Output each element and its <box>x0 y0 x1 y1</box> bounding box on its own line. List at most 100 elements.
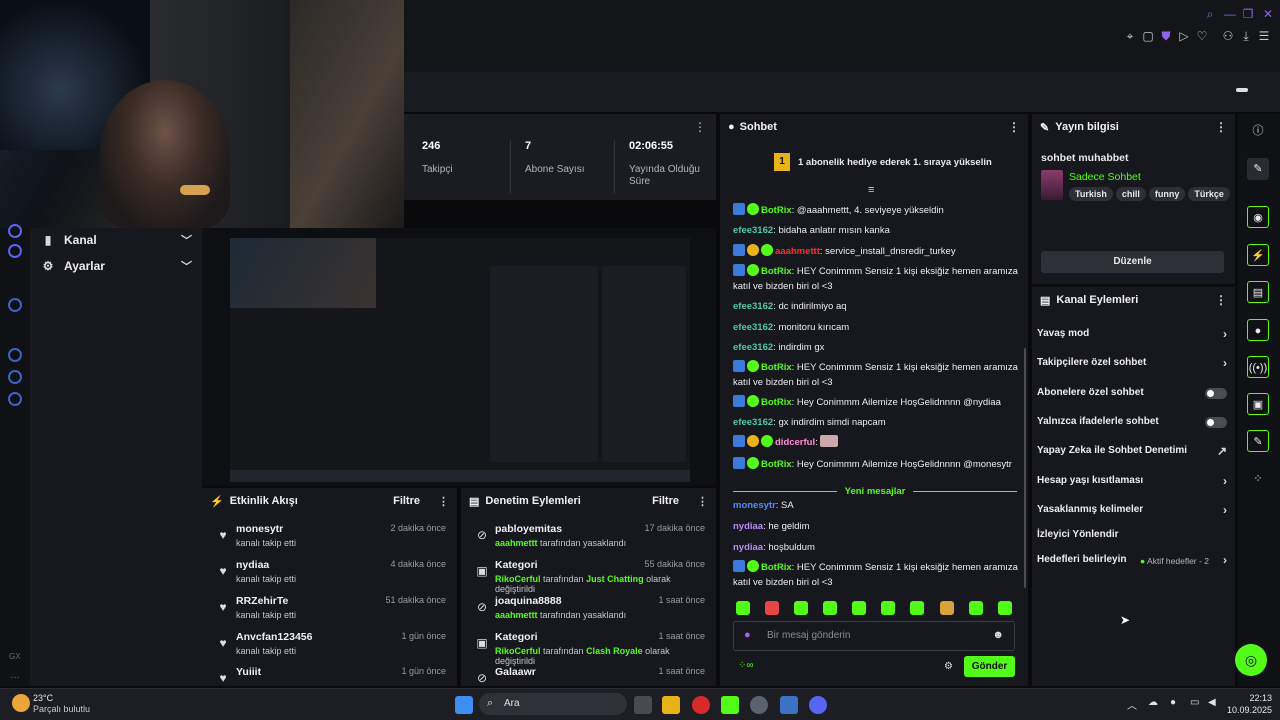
discord-icon[interactable] <box>8 244 22 258</box>
kebab-icon[interactable]: ⋮ <box>438 495 449 508</box>
chat-username[interactable]: BotRix <box>761 205 792 216</box>
app-icon[interactable] <box>750 696 768 714</box>
info-icon[interactable]: ⓘ <box>1247 120 1269 142</box>
channel-action-item[interactable]: Yavaş mod › <box>1037 327 1227 342</box>
chat-username[interactable]: BotRix <box>761 459 792 470</box>
support-icon[interactable]: ◎ <box>1235 644 1267 676</box>
chat-username[interactable]: BotRix <box>761 562 792 573</box>
chat-username[interactable]: efee3162 <box>733 322 773 333</box>
mic-icon[interactable]: ● <box>1170 697 1176 708</box>
broadcast-icon[interactable]: ((•)) <box>1247 356 1269 378</box>
chat-message[interactable]: BotRix: HEY Conimmm Sensiz 1 kişi eksiği… <box>733 264 1021 294</box>
emote-icon[interactable] <box>736 601 750 615</box>
activity-item[interactable]: ♥ RRZehirTe kanalı takip etti 51 dakika önc… <box>212 595 446 629</box>
filter-button[interactable]: Filtre <box>652 495 679 507</box>
discord-icon[interactable] <box>809 696 827 714</box>
crop-icon[interactable]: ▢ <box>1140 28 1156 44</box>
filter-button[interactable]: Filtre <box>393 495 420 507</box>
emote-icon[interactable] <box>881 601 895 615</box>
play-icon[interactable]: ▷ <box>1176 28 1192 44</box>
kebab-icon[interactable]: ⋮ <box>1215 293 1227 307</box>
chevron-up-icon[interactable]: ︿ <box>1127 697 1137 712</box>
more-icon[interactable]: … <box>10 670 20 681</box>
document-icon[interactable]: ▤ <box>1247 281 1269 303</box>
mic-icon[interactable]: ● <box>744 629 751 641</box>
minimize-icon[interactable]: — <box>1222 6 1238 22</box>
opera-gx-icon[interactable] <box>692 696 710 714</box>
gear-icon[interactable]: ⚙ <box>944 661 953 672</box>
channel-action-item[interactable]: Yalnızca ifadelerle sohbet <box>1037 416 1227 430</box>
chat-message[interactable]: nydiaa: hoşbuldum <box>733 540 1021 555</box>
pin-icon[interactable]: ⌖ <box>1122 28 1138 44</box>
channel-action-item[interactable]: Takipçilere özel sohbet › <box>1037 356 1227 371</box>
layout-icon[interactable]: ▣ <box>1247 393 1269 415</box>
chat-message[interactable]: nydiaa: he geldim <box>733 519 1021 534</box>
chat-username[interactable]: nydiaa <box>733 521 763 532</box>
chat-username[interactable]: efee3162 <box>733 417 773 428</box>
camera-icon[interactable]: ◉ <box>1247 206 1269 228</box>
more-icon[interactable] <box>1236 88 1248 92</box>
moderator-name[interactable]: aaahmettt <box>495 610 538 620</box>
cloud-icon[interactable]: ☁ <box>1148 697 1158 708</box>
chat-username[interactable]: BotRix <box>761 266 792 277</box>
kebab-icon[interactable]: ⋮ <box>694 120 706 134</box>
channel-action-item[interactable]: Abonelere özel sohbet <box>1037 387 1227 401</box>
activity-item[interactable]: ♥ nydiaa kanalı takip etti 4 dakika önce <box>212 559 446 593</box>
clock[interactable]: 22:13 10.09.2025 <box>1224 692 1272 716</box>
app-icon[interactable] <box>780 696 798 714</box>
chat-username[interactable]: BotRix <box>761 362 792 373</box>
chat-message[interactable]: BotRix: Hey Conimmm Ailemize HoşGelidnnn… <box>733 395 1021 410</box>
chat-username[interactable]: monesytr <box>733 500 776 511</box>
chat-message[interactable]: BotRix: HEY Conimmm Sensiz 1 kişi eksiği… <box>733 560 1021 590</box>
kebab-icon[interactable]: ⋮ <box>1215 120 1227 134</box>
chat-username[interactable]: BotRix <box>761 397 792 408</box>
channel-action-item[interactable]: Hesap yaşı kısıtlaması › <box>1037 474 1227 489</box>
chat-message[interactable]: aaahmettt: service_install_dnsredir_turk… <box>733 244 1021 259</box>
chat-message[interactable]: efee3162: dc indirilmiyo aq <box>733 299 1021 314</box>
pencil-icon[interactable]: ✎ <box>1247 158 1269 180</box>
task-view-icon[interactable] <box>634 696 652 714</box>
toggle-switch[interactable] <box>1205 417 1227 428</box>
chat-bubble-icon[interactable]: ● <box>1247 319 1269 341</box>
heart-icon[interactable]: ♡ <box>1194 28 1210 44</box>
chat-username[interactable]: efee3162 <box>733 225 773 236</box>
apps-icon[interactable]: ⁘ <box>1247 468 1269 490</box>
send-button[interactable]: Gönder <box>964 656 1015 677</box>
chat-message[interactable]: BotRix: @aaahmettt, 4. seviyeye yükseldi… <box>733 203 1021 218</box>
profile-icon[interactable]: ⚇ <box>1220 28 1236 44</box>
speaker-icon[interactable]: ◀ <box>1208 697 1216 708</box>
bolt-icon[interactable]: ⚡ <box>1247 244 1269 266</box>
gear-icon[interactable] <box>8 392 22 406</box>
activity-item[interactable]: ♥ monesytr kanalı takip etti 2 dakika önce <box>212 523 446 557</box>
windows-start-icon[interactable] <box>455 696 473 714</box>
chat-message[interactable]: BotRix: Hey Conimmm Ailemize HoşGelidnnn… <box>733 457 1021 472</box>
close-icon[interactable]: ✕ <box>1260 6 1276 22</box>
emote-icon[interactable] <box>765 601 779 615</box>
moderation-item[interactable]: ⊘ joaquina8888 aaahmettt tarafından yasakl… <box>471 595 705 629</box>
category-name[interactable]: Sadece Sohbet <box>1069 171 1141 183</box>
download-icon[interactable]: ⤓ <box>1238 28 1254 44</box>
search-icon[interactable]: ⌕ <box>1202 6 1218 22</box>
stream-preview[interactable] <box>202 228 716 486</box>
chat-message[interactable]: efee3162: indirdim gx <box>733 340 1021 355</box>
emote-icon[interactable] <box>998 601 1012 615</box>
file-explorer-icon[interactable] <box>662 696 680 714</box>
edit-button[interactable]: Düzenle <box>1041 251 1224 273</box>
kick-icon[interactable] <box>721 696 739 714</box>
emote-icon[interactable] <box>852 601 866 615</box>
points-icon[interactable]: ⁘∞ <box>738 660 754 671</box>
moderator-name[interactable]: aaahmettt <box>495 538 538 548</box>
moderation-item[interactable]: ⊘ pabloyemitas aaahmettt tarafından yasakl… <box>471 523 705 557</box>
channel-action-item[interactable]: İzleyici Yönlendir <box>1037 529 1227 543</box>
shield-icon[interactable]: ⛊ <box>1158 28 1174 44</box>
chat-message[interactable]: monesytr: SA <box>733 498 1021 513</box>
weather-icon[interactable] <box>12 694 30 712</box>
chat-message[interactable]: didcerful: <box>733 435 1021 450</box>
moderation-item[interactable]: ▣ Kategori RikoCerful tarafından Just Chat… <box>471 559 705 594</box>
emote-icon[interactable] <box>910 601 924 615</box>
chat-username[interactable]: efee3162 <box>733 301 773 312</box>
chat-message[interactable]: efee3162: gx indirdim simdi napcam <box>733 415 1021 430</box>
chat-username[interactable]: didcerful <box>775 437 815 448</box>
pinned-toggle-icon[interactable]: ≡ <box>868 184 874 196</box>
play-circle-icon[interactable] <box>8 298 22 312</box>
